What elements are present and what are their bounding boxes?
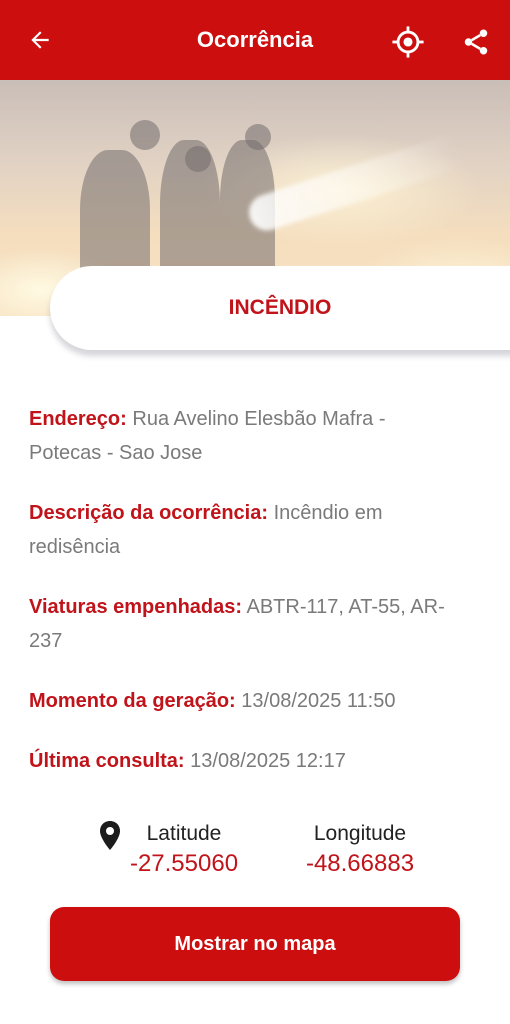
last-query-field: Última consulta: 13/08/2025 12:17 (29, 744, 499, 778)
crosshair-icon (392, 26, 424, 58)
description-field: Descrição da ocorrência: Incêndio em red… (29, 496, 459, 564)
field-label: Descrição da ocorrência: (29, 502, 268, 524)
field-label: Última consulta: (29, 750, 185, 772)
field-value: 13/08/2025 12:17 (190, 750, 346, 772)
page-title: Ocorrência (196, 27, 314, 52)
latitude-value: -27.55060 (129, 850, 239, 877)
back-button[interactable] (22, 22, 58, 58)
occurrence-type: INCÊNDIO (228, 296, 332, 319)
share-icon (464, 29, 488, 55)
longitude-label: Longitude (313, 822, 407, 845)
generated-at-field: Momento da geração: 13/08/2025 11:50 (29, 684, 499, 718)
locate-button[interactable] (388, 22, 428, 62)
field-label: Momento da geração: (29, 690, 236, 712)
app-bar: Ocorrência (0, 0, 510, 80)
field-label: Viaturas empenhadas: (29, 596, 243, 618)
field-value: 13/08/2025 11:50 (241, 690, 396, 712)
coordinates: Latitude -27.55060 Longitude -48.66883 (0, 818, 510, 878)
longitude-value: -48.66883 (305, 850, 415, 877)
share-button[interactable] (456, 22, 496, 62)
occurrence-type-card: INCÊNDIO (50, 266, 510, 350)
arrow-left-icon (31, 31, 49, 49)
latitude-label: Latitude (146, 822, 222, 845)
field-label: Endereço: (29, 408, 127, 430)
vehicles-field: Viaturas empenhadas: ABTR-117, AT-55, AR… (29, 590, 459, 658)
show-on-map-button[interactable]: Mostrar no mapa (50, 907, 460, 981)
address-field: Endereço: Rua Avelino Elesbão Mafra - Po… (29, 402, 459, 470)
